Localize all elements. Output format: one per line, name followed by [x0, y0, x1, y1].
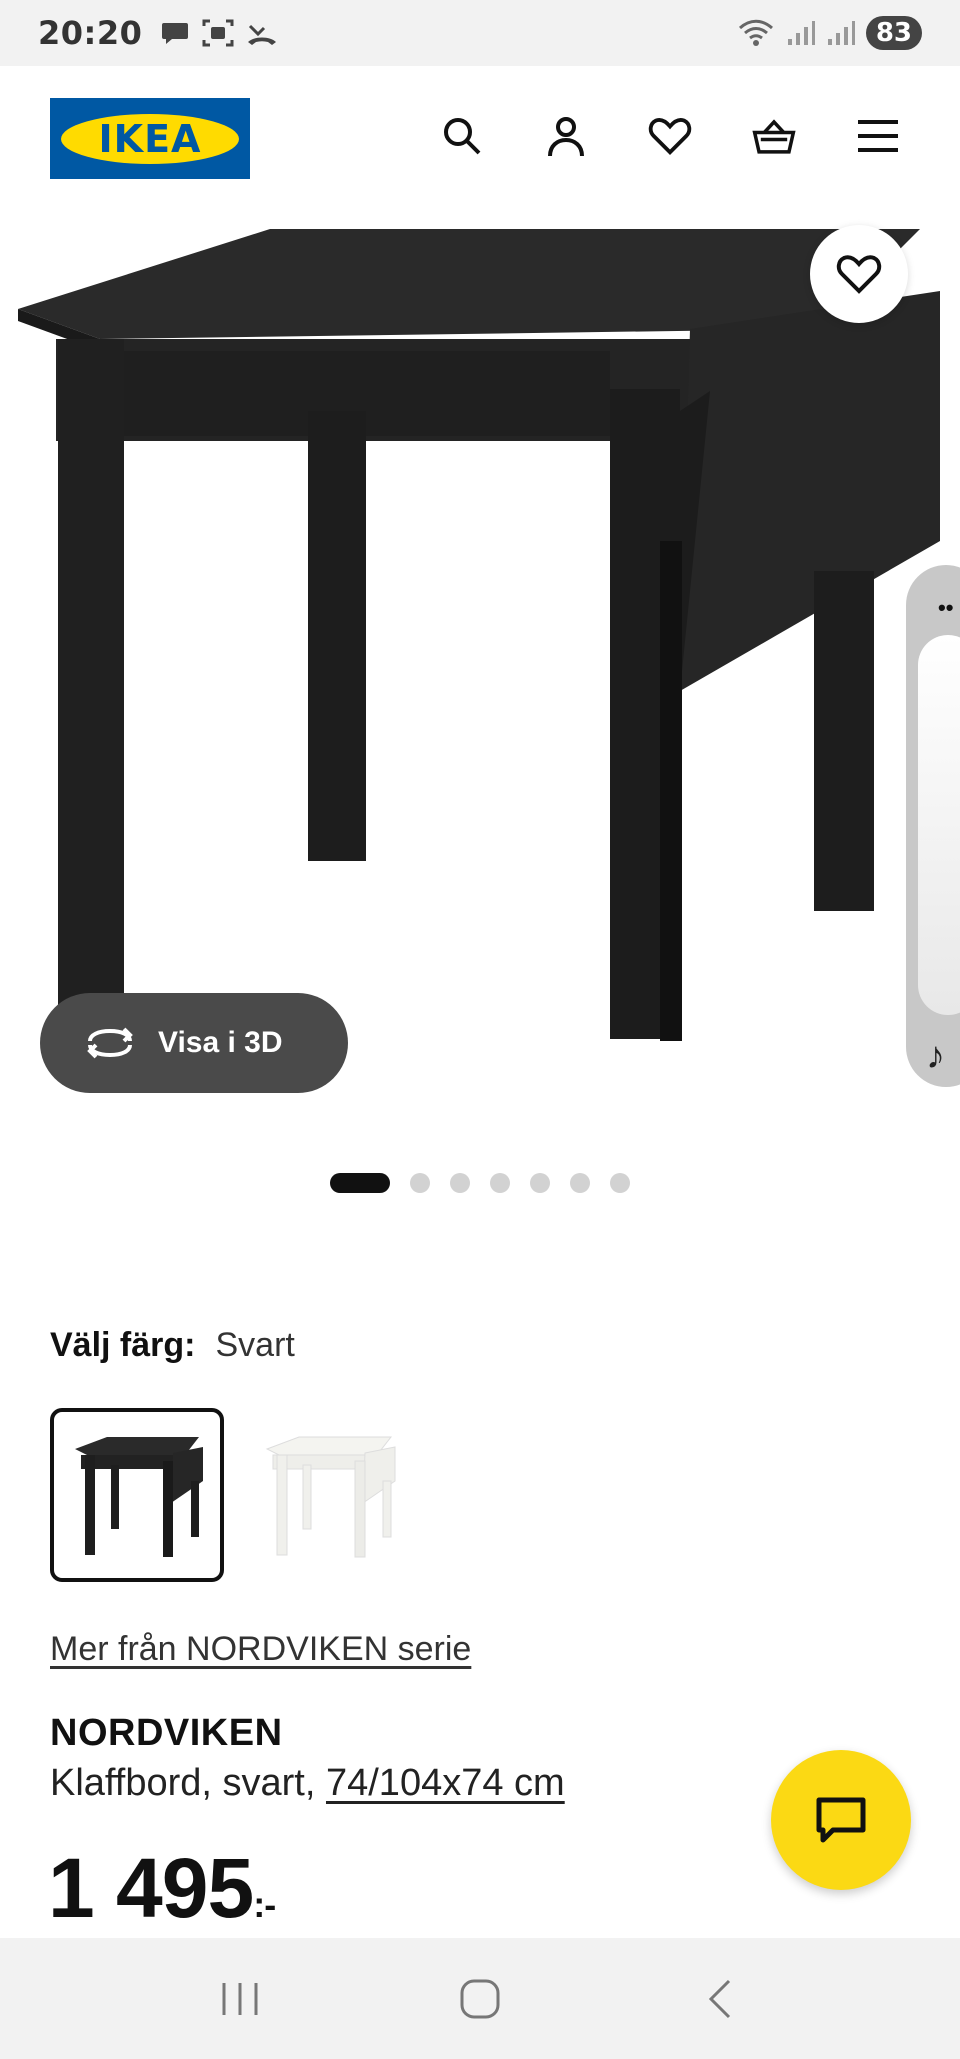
- recent-apps-button[interactable]: [205, 1969, 275, 2029]
- carousel-indicator: [330, 1173, 630, 1193]
- selected-color: Svart: [215, 1326, 295, 1364]
- black-table-thumbnail: [75, 1437, 203, 1557]
- wishlist-heart-icon[interactable]: [648, 114, 692, 158]
- battery-level: 83: [865, 16, 922, 50]
- product-image[interactable]: [0, 211, 960, 1111]
- more-icon: ••: [938, 595, 954, 620]
- status-time: 20:20: [38, 14, 143, 52]
- carousel-dot[interactable]: [610, 1173, 630, 1193]
- basket-icon[interactable]: [752, 114, 796, 158]
- table-illustration: [18, 229, 940, 1041]
- view-in-3d-label: Visa i 3D: [158, 1026, 283, 1059]
- back-button[interactable]: [685, 1969, 755, 2029]
- screenshot-icon: [202, 19, 234, 47]
- home-button[interactable]: [445, 1969, 515, 2029]
- recent-apps-icon: [222, 1982, 258, 2015]
- dimensions-link[interactable]: 74/104x74 cm: [326, 1762, 565, 1804]
- product-description: Klaffbord, svart, 74/104x74 cm: [50, 1762, 565, 1805]
- product-name: NORDVIKEN: [50, 1712, 283, 1754]
- color-selector-heading: Välj färg: Svart: [50, 1326, 295, 1365]
- price-suffix: :-: [253, 1884, 276, 1925]
- missed-call-icon: [248, 24, 277, 45]
- search-icon[interactable]: [440, 114, 484, 158]
- product-type: Klaffbord, svart,: [50, 1762, 326, 1804]
- heart-icon: [836, 255, 882, 294]
- carousel-dot[interactable]: [530, 1173, 550, 1193]
- carousel-dot[interactable]: [450, 1173, 470, 1193]
- account-icon[interactable]: [544, 114, 588, 158]
- rotate-3d-icon: [87, 1027, 133, 1059]
- carousel-dot[interactable]: [570, 1173, 590, 1193]
- white-table-thumbnail: [265, 1436, 396, 1558]
- color-swatches: [50, 1408, 416, 1582]
- view-in-3d-button[interactable]: Visa i 3D: [40, 993, 348, 1093]
- back-icon: [708, 1979, 731, 2018]
- wifi-icon: [738, 19, 773, 46]
- chat-icon: [816, 1797, 866, 1843]
- series-link[interactable]: Mer från NORDVIKEN serie: [50, 1630, 471, 1669]
- site-header: IKEA: [0, 66, 960, 211]
- logo-text: IKEA: [98, 116, 202, 161]
- logo-oval: IKEA: [61, 113, 239, 164]
- swatch-white[interactable]: [242, 1408, 416, 1582]
- carousel-dot[interactable]: [410, 1173, 430, 1193]
- carousel-dot[interactable]: [490, 1173, 510, 1193]
- chat-notification-icon: [162, 23, 189, 44]
- price-value: 1 495: [48, 1841, 254, 1935]
- ikea-logo[interactable]: IKEA: [50, 98, 250, 179]
- signal-icon-2: [827, 21, 855, 45]
- carousel-dot[interactable]: [330, 1173, 390, 1193]
- edge-panel-handle[interactable]: •• ♪: [906, 565, 960, 1087]
- home-icon: [460, 1979, 500, 2018]
- edge-panel-content: [918, 635, 960, 1015]
- swatch-black[interactable]: [50, 1408, 224, 1582]
- status-bar: 20:20 83: [0, 0, 960, 66]
- menu-icon[interactable]: [856, 114, 900, 158]
- add-to-wishlist-button[interactable]: [810, 225, 908, 323]
- system-nav-bar: [0, 1938, 960, 2059]
- music-note-icon: ♪: [926, 1035, 945, 1077]
- product-price: 1 495:-: [48, 1840, 276, 1937]
- color-label: Välj färg:: [50, 1326, 196, 1364]
- signal-icon-1: [787, 21, 815, 45]
- chat-button[interactable]: [771, 1750, 911, 1890]
